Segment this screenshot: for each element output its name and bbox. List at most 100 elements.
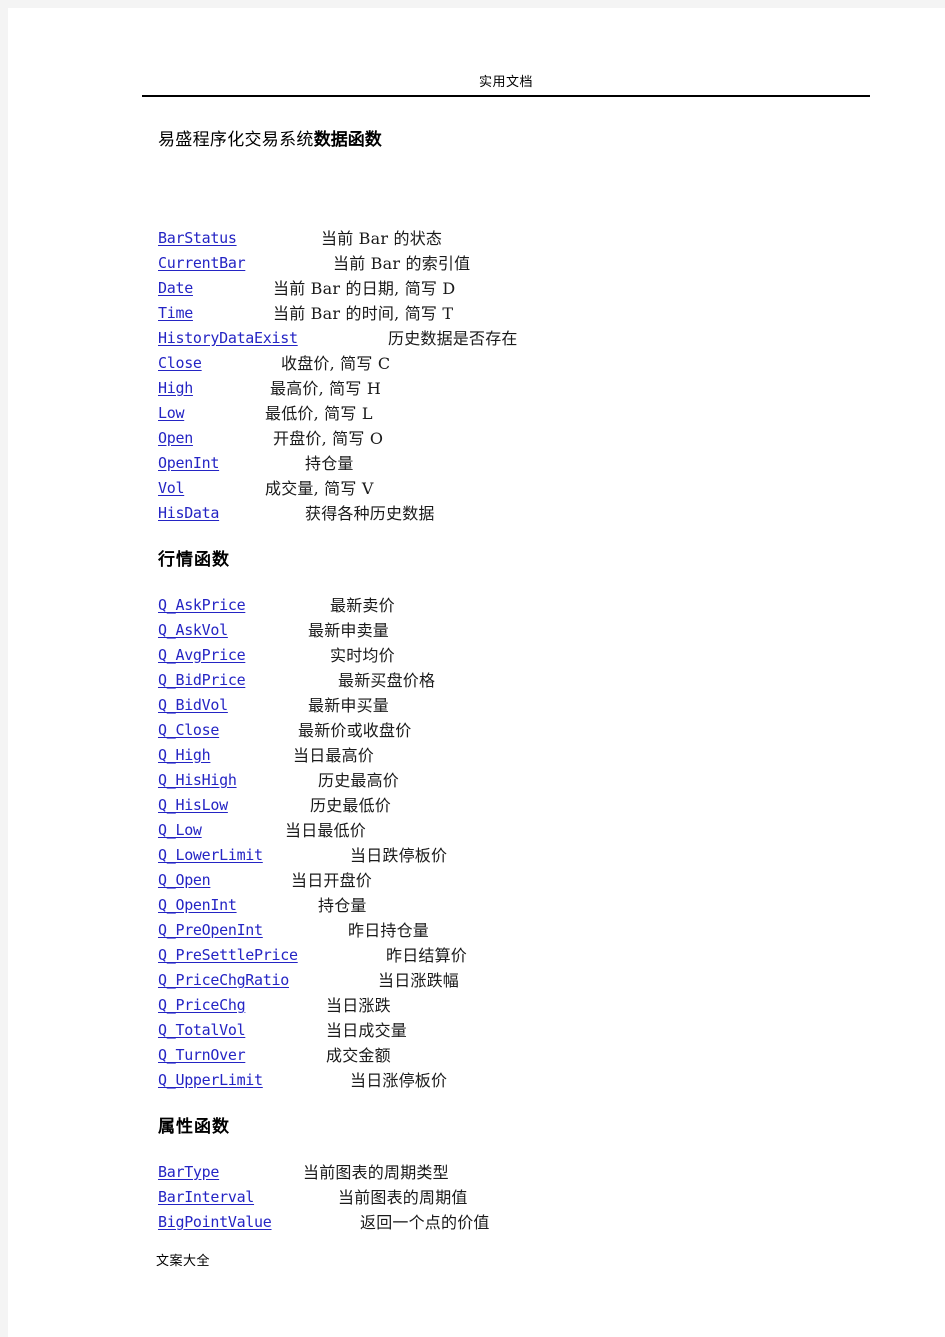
function-link[interactable]: Q_TotalVol <box>158 1021 246 1039</box>
function-description: 历史最低价 <box>310 796 392 815</box>
function-link[interactable]: BigPointValue <box>158 1213 272 1231</box>
function-row: BigPointValue 返回一个点的价值 <box>158 1210 878 1235</box>
function-link[interactable]: BarInterval <box>158 1188 254 1206</box>
function-link[interactable]: Date <box>158 279 193 297</box>
function-row: Q_AvgPrice 实时均价 <box>158 643 878 668</box>
function-link[interactable]: BarType <box>158 1163 219 1181</box>
function-link[interactable]: Q_HisLow <box>158 796 228 814</box>
function-description: 当前图表的周期类型 <box>303 1163 449 1182</box>
running-head-text: 实用文档 <box>478 75 533 90</box>
function-description: 成交量, 简写 V <box>265 479 374 498</box>
function-link[interactable]: High <box>158 379 193 397</box>
page-header: 实用文档 <box>142 74 870 97</box>
function-description: 当前 Bar 的日期, 简写 D <box>273 279 456 298</box>
function-description: 当日涨跌 <box>326 996 391 1015</box>
function-link[interactable]: Q_Close <box>158 721 219 739</box>
function-row: Time 当前 Bar 的时间, 简写 T <box>158 301 878 326</box>
document-page: 实用文档 易盛程序化交易系统数据函数 BarStatus 当前 Bar 的状态 Cu… <box>8 8 945 1337</box>
function-section: 行情函数 Q_AskPrice 最新卖价 Q_AskVol 最新申卖量 Q_AvgPric… <box>158 548 878 1093</box>
function-description: 当日涨跌幅 <box>378 971 460 990</box>
document-title: 易盛程序化交易系统数据函数 <box>158 128 382 152</box>
function-link[interactable]: Low <box>158 404 185 422</box>
function-description: 当前 Bar 的状态 <box>321 229 443 248</box>
function-row: Q_AskVol 最新申卖量 <box>158 618 878 643</box>
function-description: 最低价, 简写 L <box>265 404 373 423</box>
function-link[interactable]: Q_LowerLimit <box>158 846 263 864</box>
function-description: 最新申卖量 <box>308 621 390 640</box>
function-description: 最新卖价 <box>330 596 395 615</box>
function-row: Q_TurnOver 成交金额 <box>158 1043 878 1068</box>
function-reference-content: BarStatus 当前 Bar 的状态 CurrentBar 当前 Bar 的索引值… <box>158 226 878 1235</box>
function-link[interactable]: Q_TurnOver <box>158 1046 246 1064</box>
function-link[interactable]: HistoryDataExist <box>158 329 298 347</box>
function-row: Low 最低价, 简写 L <box>158 401 878 426</box>
function-description: 当日成交量 <box>326 1021 408 1040</box>
function-link[interactable]: Q_Low <box>158 821 202 839</box>
function-link[interactable]: Q_High <box>158 746 211 764</box>
function-link[interactable]: Q_UpperLimit <box>158 1071 263 1089</box>
function-row: Q_BidVol 最新申买量 <box>158 693 878 718</box>
function-description: 当日最高价 <box>293 746 375 765</box>
function-row: Q_HisHigh 历史最高价 <box>158 768 878 793</box>
function-row: Q_OpenInt 持仓量 <box>158 893 878 918</box>
function-description: 当前 Bar 的时间, 简写 T <box>273 304 454 323</box>
function-row: Q_BidPrice 最新买盘价格 <box>158 668 878 693</box>
function-row: Open 开盘价, 简写 O <box>158 426 878 451</box>
function-row: Q_Low 当日最低价 <box>158 818 878 843</box>
function-link[interactable]: Q_PreOpenInt <box>158 921 263 939</box>
function-link[interactable]: HisData <box>158 504 219 522</box>
function-description: 成交金额 <box>326 1046 391 1065</box>
function-row: HistoryDataExist 历史数据是否存在 <box>158 326 878 351</box>
section-heading: 行情函数 <box>158 550 230 570</box>
function-row: BarType 当前图表的周期类型 <box>158 1160 878 1185</box>
function-link[interactable]: Q_AvgPrice <box>158 646 246 664</box>
function-description: 返回一个点的价值 <box>360 1213 490 1232</box>
function-row: Date 当前 Bar 的日期, 简写 D <box>158 276 878 301</box>
function-row: CurrentBar 当前 Bar 的索引值 <box>158 251 878 276</box>
function-row: Q_AskPrice 最新卖价 <box>158 593 878 618</box>
function-description: 开盘价, 简写 O <box>273 429 384 448</box>
function-description: 实时均价 <box>330 646 395 665</box>
function-link[interactable]: Q_AskPrice <box>158 596 246 614</box>
function-link[interactable]: CurrentBar <box>158 254 246 272</box>
function-row: BarInterval 当前图表的周期值 <box>158 1185 878 1210</box>
function-link[interactable]: Q_Open <box>158 871 211 889</box>
function-link[interactable]: Q_PriceChg <box>158 996 246 1014</box>
function-link[interactable]: Open <box>158 429 193 447</box>
function-description: 当前 Bar 的索引值 <box>333 254 471 273</box>
function-description: 持仓量 <box>305 454 354 473</box>
function-description: 当前图表的周期值 <box>338 1188 468 1207</box>
function-row: OpenInt 持仓量 <box>158 451 878 476</box>
function-link[interactable]: Vol <box>158 479 185 497</box>
function-link[interactable]: Q_AskVol <box>158 621 228 639</box>
function-description: 当日跌停板价 <box>350 846 448 865</box>
function-link[interactable]: BarStatus <box>158 229 237 247</box>
function-description: 昨日持仓量 <box>348 921 430 940</box>
function-link[interactable]: Time <box>158 304 193 322</box>
function-row: Q_LowerLimit 当日跌停板价 <box>158 843 878 868</box>
function-link[interactable]: Q_OpenInt <box>158 896 237 914</box>
function-link[interactable]: Q_BidPrice <box>158 671 246 689</box>
function-link[interactable]: OpenInt <box>158 454 219 472</box>
function-link[interactable]: Q_PreSettlePrice <box>158 946 298 964</box>
function-description: 最新买盘价格 <box>338 671 436 690</box>
function-section: BarStatus 当前 Bar 的状态 CurrentBar 当前 Bar 的索引值… <box>158 226 878 526</box>
function-description: 当日开盘价 <box>291 871 373 890</box>
function-row: Q_Open 当日开盘价 <box>158 868 878 893</box>
function-row: Q_UpperLimit 当日涨停板价 <box>158 1068 878 1093</box>
function-link[interactable]: Q_PriceChgRatio <box>158 971 289 989</box>
function-description: 历史最高价 <box>318 771 400 790</box>
function-description: 获得各种历史数据 <box>305 504 435 523</box>
section-heading: 属性函数 <box>158 1117 230 1137</box>
function-description: 昨日结算价 <box>386 946 468 965</box>
function-link[interactable]: Close <box>158 354 202 372</box>
function-link[interactable]: Q_BidVol <box>158 696 228 714</box>
function-row: HisData 获得各种历史数据 <box>158 501 878 526</box>
function-list: BarStatus 当前 Bar 的状态 CurrentBar 当前 Bar 的索引值… <box>158 226 878 526</box>
running-foot-text: 文案大全 <box>156 1254 211 1269</box>
document-title-emphasis: 数据函数 <box>313 130 382 150</box>
function-link[interactable]: Q_HisHigh <box>158 771 237 789</box>
function-row: Q_PriceChg 当日涨跌 <box>158 993 878 1018</box>
function-description: 当日最低价 <box>285 821 367 840</box>
